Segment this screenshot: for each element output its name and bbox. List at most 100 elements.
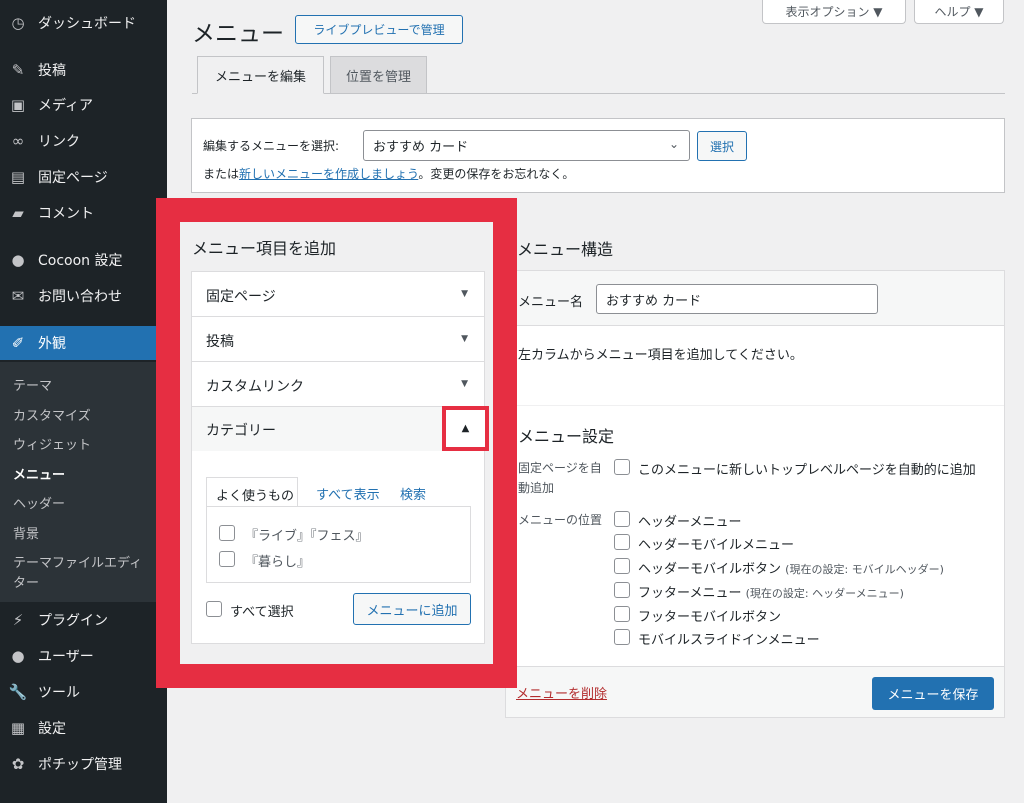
tab-manage-locations[interactable]: 位置を管理 [330, 56, 427, 94]
dashboard-icon: ◷ [11, 14, 25, 32]
select-menu-panel: 編集するメニューを選択: おすすめ カード ⌄ 選択 または新しいメニューを作成… [191, 118, 1005, 193]
nav-label: 投稿 [38, 63, 66, 79]
accordion-categories: カテゴリー よく使うもの すべて表示 検索 『ライブ』『フェス』 『暮らし』 す… [191, 406, 485, 644]
location-checkbox[interactable] [614, 606, 630, 622]
nav-pochipp[interactable]: ✿ ポチップ管理 [0, 747, 167, 781]
select-menu-label: 編集するメニューを選択: [203, 139, 340, 153]
nav-cocoon[interactable]: ● Cocoon 設定 [0, 243, 167, 277]
help-button[interactable]: ヘルプ ▼ [914, 0, 1004, 24]
location-checkbox[interactable] [614, 534, 630, 550]
add-to-menu-button[interactable]: メニューに追加 [353, 593, 471, 625]
sub-theme-editor[interactable]: テーマファイルエディ [13, 552, 142, 571]
location-label: メニューの位置 [518, 513, 603, 527]
nav-pages[interactable]: ▤ 固定ページ [0, 160, 167, 194]
nav-label: 固定ページ [38, 170, 108, 186]
pin-icon: ✎ [11, 61, 25, 79]
media-icon: ▣ [10, 96, 26, 114]
page-title: メニュー [192, 21, 284, 47]
save-menu-button[interactable]: メニューを保存 [872, 677, 994, 710]
location-option: フッターメニュー (現在の設定: ヘッダーメニュー) [638, 586, 904, 601]
accordion-title: カスタムリンク [206, 379, 304, 395]
sub-customize[interactable]: カスタマイズ [13, 405, 91, 424]
location-checkbox[interactable] [614, 511, 630, 527]
menu-select[interactable]: おすすめ カード ⌄ [363, 130, 690, 161]
appearance-icon: ✐ [11, 334, 25, 352]
add-items-heading: メニュー項目を追加 [192, 239, 337, 258]
create-new-menu-link[interactable]: 新しいメニューを作成しましょう [239, 167, 418, 181]
location-checkbox[interactable] [614, 629, 630, 645]
nav-label: プラグイン [38, 613, 108, 629]
sub-header[interactable]: ヘッダー [13, 493, 65, 512]
nav-appearance[interactable]: ✐ 外観 [0, 326, 167, 360]
sub-themes[interactable]: テーマ [13, 375, 52, 394]
location-checkbox[interactable] [614, 582, 630, 598]
menu-name-input[interactable]: おすすめ カード [596, 284, 878, 314]
nav-label: コメント [38, 206, 94, 222]
sub-background[interactable]: 背景 [13, 523, 39, 542]
delete-menu-link[interactable]: メニューを削除 [516, 683, 607, 702]
divider [506, 405, 1004, 406]
nav-media[interactable]: ▣ メディア [0, 88, 167, 122]
nav-settings[interactable]: ▦ 設定 [0, 711, 167, 745]
location-checkbox[interactable] [614, 558, 630, 574]
category-checkbox[interactable] [219, 525, 235, 541]
accordion-pages[interactable]: 固定ページ ▼ [191, 271, 485, 317]
category-checkbox[interactable] [219, 551, 235, 567]
page-icon: ▤ [10, 168, 26, 186]
nav-links[interactable]: ∞ リンク [0, 124, 167, 158]
location-option: フッターモバイルボタン [638, 610, 782, 625]
nav-label: メディア [38, 98, 94, 114]
nav-tools[interactable]: 🔧 ツール [0, 675, 167, 709]
chevron-down-icon: ⌄ [668, 137, 679, 151]
create-menu-line: または新しいメニューを作成しましょう。変更の保存をお忘れなく。 [203, 165, 574, 182]
sub-menus[interactable]: メニュー [13, 464, 65, 483]
category-label: 『暮らし』 [245, 555, 311, 570]
nav-plugins[interactable]: ⚡ プラグイン [0, 603, 167, 637]
wrench-icon: 🔧 [8, 683, 28, 701]
select-all-checkbox[interactable] [206, 601, 222, 617]
inner-tab-search[interactable]: 検索 [400, 484, 426, 503]
sub-widgets[interactable]: ウィジェット [13, 434, 91, 453]
nav-contact[interactable]: ✉ お問い合わせ [0, 279, 167, 313]
accordion-title: 投稿 [206, 334, 234, 350]
categories-toggle[interactable]: ▲ [442, 406, 489, 451]
auto-add-checkbox[interactable] [614, 459, 630, 475]
link-icon: ∞ [11, 132, 25, 150]
accordion-title: 固定ページ [206, 289, 276, 305]
nav-comments[interactable]: ▰ コメント [0, 196, 167, 230]
inner-tab-label: よく使うもの [216, 489, 295, 504]
auto-add-option: このメニューに新しいトップレベルページを自動的に追加 [638, 463, 976, 478]
empty-hint: 左カラムからメニュー項目を追加してください。 [518, 348, 803, 363]
nav-dashboard[interactable]: ◷ ダッシュボード [0, 6, 167, 40]
mail-icon: ✉ [11, 287, 25, 305]
live-preview-button[interactable]: ライブプレビューで管理 [295, 15, 463, 44]
sub-theme-editor-wrap[interactable]: ター [13, 572, 39, 591]
screen-options-button[interactable]: 表示オプション ▼ [762, 0, 906, 24]
select-button[interactable]: 選択 [697, 131, 747, 161]
location-option: ヘッダーメニュー [638, 515, 742, 530]
appearance-submenu: テーマ カスタマイズ ウィジェット メニュー ヘッダー 背景 テーマファイルエデ… [0, 362, 167, 602]
accordion-custom-links[interactable]: カスタムリンク ▼ [191, 361, 485, 407]
location-option: モバイルスライドインメニュー [638, 633, 820, 648]
user-icon: ● [11, 647, 25, 665]
menu-settings-heading: メニュー設定 [518, 427, 615, 446]
accordion-title: カテゴリー [206, 423, 276, 439]
location-note: (現在の設定: ヘッダーメニュー) [745, 587, 904, 600]
menu-select-value: おすすめ カード [373, 140, 469, 155]
tab-edit-menus[interactable]: メニューを編集 [197, 56, 324, 94]
nav-posts[interactable]: ✎ 投稿 [0, 53, 167, 87]
accordion-posts[interactable]: 投稿 ▼ [191, 316, 485, 362]
location-option: ヘッダーモバイルボタン (現在の設定: モバイルヘッダー) [638, 562, 944, 577]
nav-label: ダッシュボード [38, 16, 136, 32]
location-option: ヘッダーモバイルメニュー [638, 538, 795, 553]
inner-tab-view-all[interactable]: すべて表示 [316, 484, 380, 503]
auto-add-label: 固定ページを自 [518, 461, 602, 475]
inner-tab-most-used[interactable]: よく使うもの [206, 477, 298, 507]
nav-label: ツール [38, 685, 80, 701]
nav-label: リンク [38, 134, 80, 150]
accordion-header-open[interactable]: カテゴリー [192, 407, 484, 451]
nav-users[interactable]: ● ユーザー [0, 639, 167, 673]
menu-footer: メニューを削除 メニューを保存 [506, 666, 1004, 717]
nav-label: ポチップ管理 [38, 757, 122, 773]
triangle-up-icon: ▲ [461, 423, 470, 434]
